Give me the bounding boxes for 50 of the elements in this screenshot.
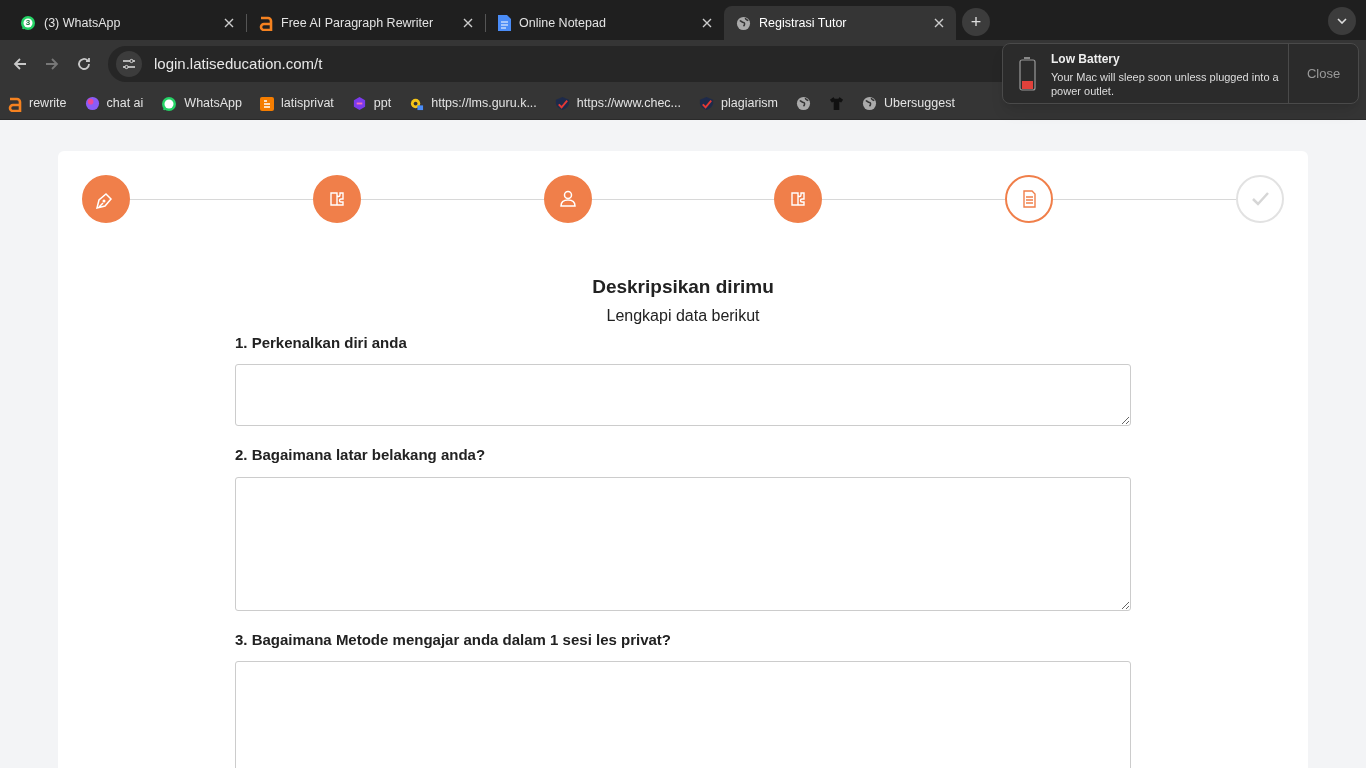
gear-icon xyxy=(409,96,425,111)
tab-title: Online Notepad xyxy=(519,14,607,32)
bookmark-item[interactable]: Ubersuggest xyxy=(862,94,955,113)
close-button[interactable]: Close xyxy=(1288,44,1358,103)
bookmark-item[interactable]: rewrite xyxy=(8,94,67,113)
chevron-down-icon[interactable] xyxy=(1328,7,1356,35)
bookmark-item[interactable]: chat ai xyxy=(84,94,144,113)
tab-title: Free AI Paragraph Rewriter xyxy=(281,14,435,32)
shield-check-icon xyxy=(554,96,570,111)
close-icon[interactable] xyxy=(934,18,944,28)
tab-title: Registrasi Tutor xyxy=(759,14,848,32)
document-icon xyxy=(498,15,511,31)
blog-icon xyxy=(260,96,275,111)
bookmark-item[interactable]: plagiarism xyxy=(699,94,778,113)
hexagon-icon xyxy=(351,96,367,111)
unread-count: 3 xyxy=(24,17,32,29)
question-label: 3. Bagaimana Metode mengajar anda dalam 1 sesi les privat? xyxy=(235,629,672,650)
browser-tab[interactable]: 3 (3) WhatsApp xyxy=(8,6,246,40)
battery-icon xyxy=(1017,55,1037,92)
form-title: Deskripsikan dirimu xyxy=(592,275,774,299)
letter-a-icon xyxy=(259,15,273,31)
bookmark-item[interactable]: latisprivat xyxy=(260,94,334,113)
reload-icon[interactable] xyxy=(76,56,92,72)
orb-icon xyxy=(84,96,100,111)
back-icon[interactable] xyxy=(12,56,28,72)
globe-icon xyxy=(862,96,877,111)
bookmark-item[interactable]: ppt xyxy=(351,94,392,113)
close-icon[interactable] xyxy=(463,18,473,28)
globe-icon xyxy=(736,15,751,31)
close-icon[interactable] xyxy=(702,18,712,28)
question-label: 2. Bagaimana latar belakang anda? xyxy=(235,445,487,465)
globe-icon[interactable] xyxy=(796,96,811,111)
question-label: 1. Perkenalkan diri anda xyxy=(235,332,408,353)
notification-title: Low Battery xyxy=(1051,50,1121,68)
bookmark-item[interactable]: https://www.chec... xyxy=(554,94,682,113)
form-subtitle: Lengkapi data berikut xyxy=(606,305,760,326)
tab-title: (3) WhatsApp xyxy=(44,14,122,32)
shield-check-icon xyxy=(699,96,715,111)
chat-bubble-icon xyxy=(161,95,178,112)
site-settings-icon[interactable] xyxy=(116,51,142,77)
browser-tab[interactable]: Registrasi Tutor xyxy=(724,6,956,40)
bookmark-item[interactable]: WhatsApp xyxy=(161,94,243,113)
bookmark-item[interactable]: https://lms.guru.k... xyxy=(409,94,537,113)
browser-tab[interactable]: Free AI Paragraph Rewriter xyxy=(247,6,485,40)
url-text: login.latiseducation.com/t xyxy=(154,53,323,74)
close-icon[interactable] xyxy=(224,18,234,28)
forward-icon[interactable] xyxy=(44,56,60,72)
browser-tab[interactable]: Online Notepad xyxy=(486,6,724,40)
new-tab-button[interactable]: + xyxy=(962,8,990,36)
letter-a-icon xyxy=(8,95,22,112)
